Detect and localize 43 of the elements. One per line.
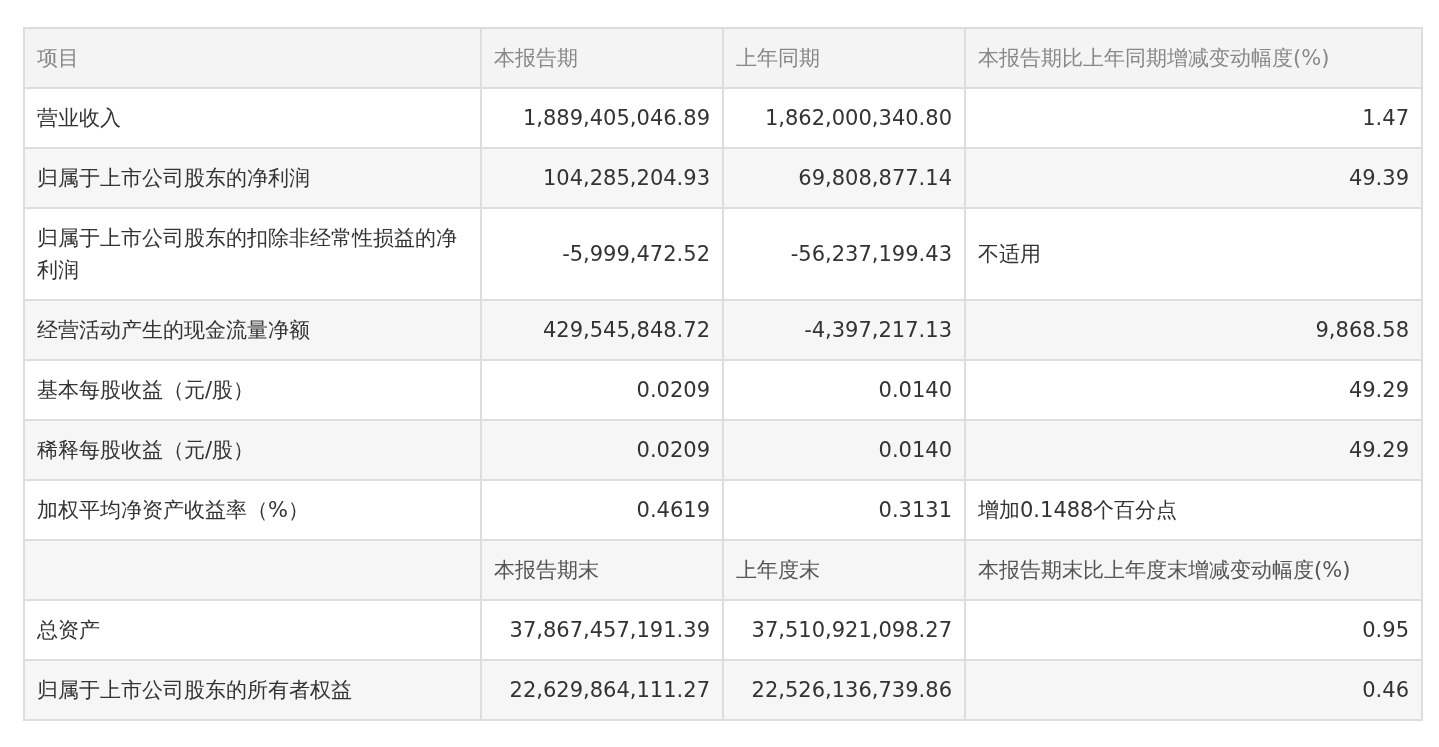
column-header: 本报告期末 bbox=[494, 558, 599, 582]
table-cell: 不适用 bbox=[978, 242, 1041, 266]
row-label: 总资产 bbox=[37, 618, 100, 642]
table-cell: -5,999,472.52 bbox=[562, 242, 710, 266]
row-label: 归属于上市公司股东的扣除非经常性损益的净利润 bbox=[37, 226, 457, 282]
table-cell: 0.0209 bbox=[636, 438, 710, 462]
table-cell: 增加0.1488个百分点 bbox=[978, 498, 1178, 522]
table-cell: 0.0209 bbox=[636, 378, 710, 402]
column-header: 上年度末 bbox=[736, 558, 820, 582]
table-cell: 9,868.58 bbox=[1315, 318, 1409, 342]
table-cell: 22,526,136,739.86 bbox=[751, 678, 952, 702]
table-cell: 0.0140 bbox=[878, 438, 952, 462]
row-label: 营业收入 bbox=[37, 106, 121, 130]
table-cell: 429,545,848.72 bbox=[543, 318, 710, 342]
row-label: 加权平均净资产收益率（%） bbox=[37, 498, 309, 522]
table-cell: 0.3131 bbox=[878, 498, 952, 522]
column-header: 本报告期 bbox=[481, 28, 723, 88]
table-cell: 37,510,921,098.27 bbox=[751, 618, 952, 642]
table-cell: 104,285,204.93 bbox=[543, 166, 710, 190]
column-header: 项目 bbox=[24, 28, 481, 88]
table-cell: 49.29 bbox=[1348, 378, 1409, 402]
table-cell: -4,397,217.13 bbox=[804, 318, 952, 342]
table-cell: 0.46 bbox=[1362, 678, 1409, 702]
column-header: 上年同期 bbox=[723, 28, 965, 88]
table-cell: 0.0140 bbox=[878, 378, 952, 402]
table-cell: 37,867,457,191.39 bbox=[509, 618, 710, 642]
row-label: 基本每股收益（元/股） bbox=[37, 378, 255, 402]
table-cell: 0.95 bbox=[1362, 618, 1409, 642]
table-cell: 1.47 bbox=[1362, 106, 1409, 130]
table-cell: 1,889,405,046.89 bbox=[522, 106, 710, 130]
row-label: 归属于上市公司股东的净利润 bbox=[37, 166, 310, 190]
column-header: 本报告期末比上年度末增减变动幅度(%) bbox=[978, 558, 1351, 582]
column-header: 本报告期比上年同期增减变动幅度(%) bbox=[965, 28, 1422, 88]
table-cell: 22,629,864,111.27 bbox=[509, 678, 710, 702]
table-cell: 0.4619 bbox=[636, 498, 710, 522]
table-cell: 49.29 bbox=[1348, 438, 1409, 462]
row-label: 经营活动产生的现金流量净额 bbox=[37, 318, 310, 342]
table-cell: 49.39 bbox=[1348, 166, 1409, 190]
row-label: 归属于上市公司股东的所有者权益 bbox=[37, 678, 352, 702]
table-cell: -56,237,199.43 bbox=[790, 242, 952, 266]
table-cell: 69,808,877.14 bbox=[798, 166, 952, 190]
table-cell: 1,862,000,340.80 bbox=[764, 106, 952, 130]
row-label: 稀释每股收益（元/股） bbox=[37, 438, 255, 462]
